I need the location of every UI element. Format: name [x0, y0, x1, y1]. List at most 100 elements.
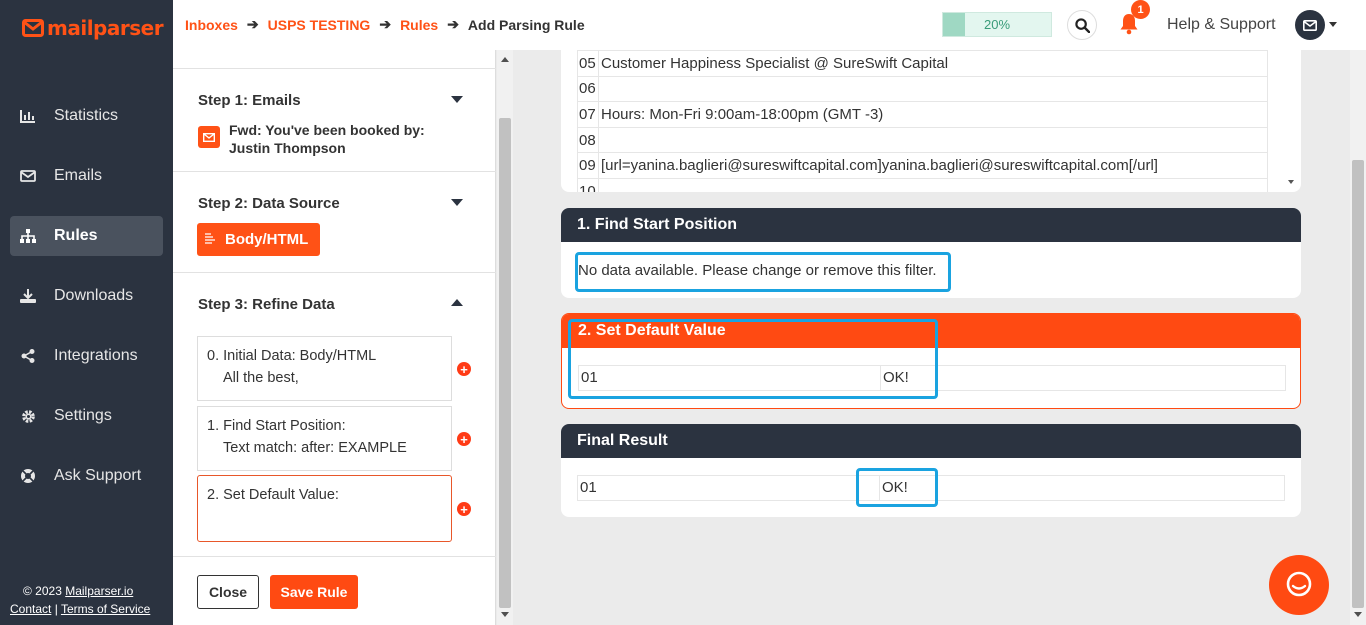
main-scrollbar-thumb[interactable] [1352, 160, 1364, 608]
data-source-button[interactable]: Body/HTML [197, 223, 321, 256]
panel-scrollbar-thumb[interactable] [499, 118, 511, 608]
sitemap-icon [20, 228, 36, 244]
line-text [598, 177, 1268, 192]
sidebar-footer: © 2023 Mailparser.io Contact | Terms of … [10, 582, 150, 618]
chevron-down-icon[interactable] [451, 96, 463, 103]
result-row: 01 OK! [578, 365, 1286, 391]
footer-separator: | [51, 602, 61, 616]
scroll-down-arrow-icon[interactable] [1354, 612, 1362, 617]
scroll-down-arrow-icon[interactable] [501, 612, 509, 617]
top-bar: Inboxes ➔ USPS TESTING ➔ Rules ➔ Add Par… [173, 0, 1366, 50]
step-emails: Step 1: Emails Fwd: You've been booked b… [173, 68, 496, 171]
result-cell-index: 01 [579, 366, 881, 390]
filter-find-start-position[interactable]: 1. Find Start Position: Text match: afte… [197, 406, 452, 471]
search-button[interactable] [1067, 10, 1097, 40]
result-cell-value: OK! [883, 369, 909, 386]
chevron-down-icon[interactable] [1329, 22, 1337, 27]
line-number: 10 [577, 177, 599, 192]
arrow-right-icon: ➔ [379, 16, 392, 32]
panel-footer: Close Save Rule [173, 556, 496, 625]
search-icon [1074, 17, 1090, 33]
sidebar: mailparser Statistics Emails Rules Downl… [0, 0, 173, 625]
filter-detail: Text match: after: EXAMPLE [223, 440, 407, 456]
line-number: 08 [577, 126, 599, 154]
result-cell-value: OK! [882, 479, 908, 496]
filter-detail: All the best, [223, 370, 299, 386]
chevron-up-icon[interactable] [451, 299, 463, 306]
sidebar-item-label: Integrations [54, 347, 138, 364]
envelope-icon [20, 168, 36, 184]
logo-text: mailparser [47, 16, 164, 40]
help-circle-icon [20, 468, 36, 484]
close-button[interactable]: Close [197, 575, 259, 609]
line-number: 06 [577, 75, 599, 103]
chevron-down-icon[interactable] [451, 199, 463, 206]
card-final-result: Final Result 01 OK! [561, 424, 1301, 517]
preview-scroll-down-icon[interactable] [1288, 180, 1294, 184]
data-preview: 05 Customer Happiness Specialist @ SureSw… [561, 50, 1301, 192]
step-title: Step 3: Refine Data [198, 296, 335, 313]
card-set-default-value: 2. Set Default Value 01 OK! [561, 313, 1301, 409]
gear-icon [20, 408, 36, 424]
filter-title: 2. Set Default Value: [207, 487, 339, 503]
line-text [598, 126, 1268, 154]
sidebar-item-settings[interactable]: Settings [10, 396, 163, 436]
terms-link[interactable]: Terms of Service [61, 602, 150, 616]
company-link[interactable]: Mailparser.io [65, 584, 133, 598]
data-source-label: Body/HTML [225, 231, 309, 248]
line-text: Hours: Mon-Fri 9:00am-18:00pm (GMT -3) [598, 101, 1268, 128]
download-icon [20, 288, 36, 304]
breadcrumb-rules[interactable]: Rules [400, 17, 438, 33]
no-data-message: No data available. Please change or remo… [578, 262, 937, 279]
result-cell-index: 01 [578, 476, 880, 500]
filter-title: 1. Find Start Position: [207, 418, 346, 434]
scroll-up-arrow-icon[interactable] [501, 57, 509, 62]
add-filter-button[interactable]: + [457, 432, 471, 446]
breadcrumb-inboxes[interactable]: Inboxes [185, 17, 238, 33]
logo-envelope-icon [22, 19, 44, 37]
card-title: Final Result [561, 424, 1301, 458]
add-filter-button[interactable]: + [457, 362, 471, 376]
breadcrumb-inbox-name[interactable]: USPS TESTING [268, 17, 371, 33]
filter-set-default-value[interactable]: 2. Set Default Value: [197, 475, 452, 542]
save-rule-button[interactable]: Save Rule [270, 575, 358, 609]
sidebar-item-downloads[interactable]: Downloads [10, 276, 163, 316]
filter-initial-data[interactable]: 0. Initial Data: Body/HTML All the best, [197, 336, 452, 401]
sidebar-item-integrations[interactable]: Integrations [10, 336, 163, 376]
sidebar-item-label: Downloads [54, 287, 134, 304]
filter-title: 0. Initial Data: Body/HTML [207, 348, 377, 364]
breadcrumb: Inboxes ➔ USPS TESTING ➔ Rules ➔ Add Par… [185, 16, 585, 33]
breadcrumb-current: Add Parsing Rule [467, 16, 585, 33]
live-chat-button[interactable] [1269, 555, 1329, 615]
rule-steps-panel: Step 1: Emails Fwd: You've been booked b… [173, 50, 496, 625]
document-icon [205, 232, 217, 247]
preview-row: 08 [577, 126, 1268, 154]
help-support-link[interactable]: Help & Support [1167, 16, 1276, 34]
sidebar-item-statistics[interactable]: Statistics [10, 96, 163, 136]
selected-email-subject[interactable]: Fwd: You've been booked by: Justin Thomp… [229, 121, 469, 157]
copyright-text: © 2023 [23, 584, 66, 598]
envelope-icon [1303, 19, 1317, 31]
contact-link[interactable]: Contact [10, 602, 51, 616]
sidebar-item-label: Ask Support [54, 467, 142, 484]
sidebar-item-rules[interactable]: Rules [10, 216, 163, 256]
sidebar-item-ask-support[interactable]: Ask Support [10, 456, 163, 496]
mailparser-logo[interactable]: mailparser [22, 16, 164, 40]
arrow-right-icon: ➔ [246, 16, 259, 32]
preview-row: 07 Hours: Mon-Fri 9:00am-18:00pm (GMT -3) [577, 101, 1268, 128]
card-title: 2. Set Default Value [562, 314, 1300, 348]
line-text: [url=yanina.baglieri@sureswiftcapital.co… [598, 152, 1268, 179]
sidebar-item-emails[interactable]: Emails [10, 156, 163, 196]
add-filter-button[interactable]: + [457, 502, 471, 516]
account-avatar[interactable] [1295, 10, 1325, 40]
preview-row: 05 Customer Happiness Specialist @ SureSw… [577, 50, 1268, 77]
envelope-icon [198, 126, 220, 148]
setup-progress-bar[interactable]: 20% [942, 12, 1052, 37]
step-refine-data: Step 3: Refine Data 0. Initial Data: Bod… [173, 272, 496, 556]
step-title: Step 1: Emails [198, 92, 301, 109]
preview-row: 10 [577, 177, 1268, 192]
sidebar-item-label: Settings [54, 407, 112, 424]
line-number: 07 [577, 101, 599, 128]
sidebar-item-label: Emails [54, 167, 103, 184]
preview-table: 05 Customer Happiness Specialist @ SureSw… [577, 50, 1268, 192]
